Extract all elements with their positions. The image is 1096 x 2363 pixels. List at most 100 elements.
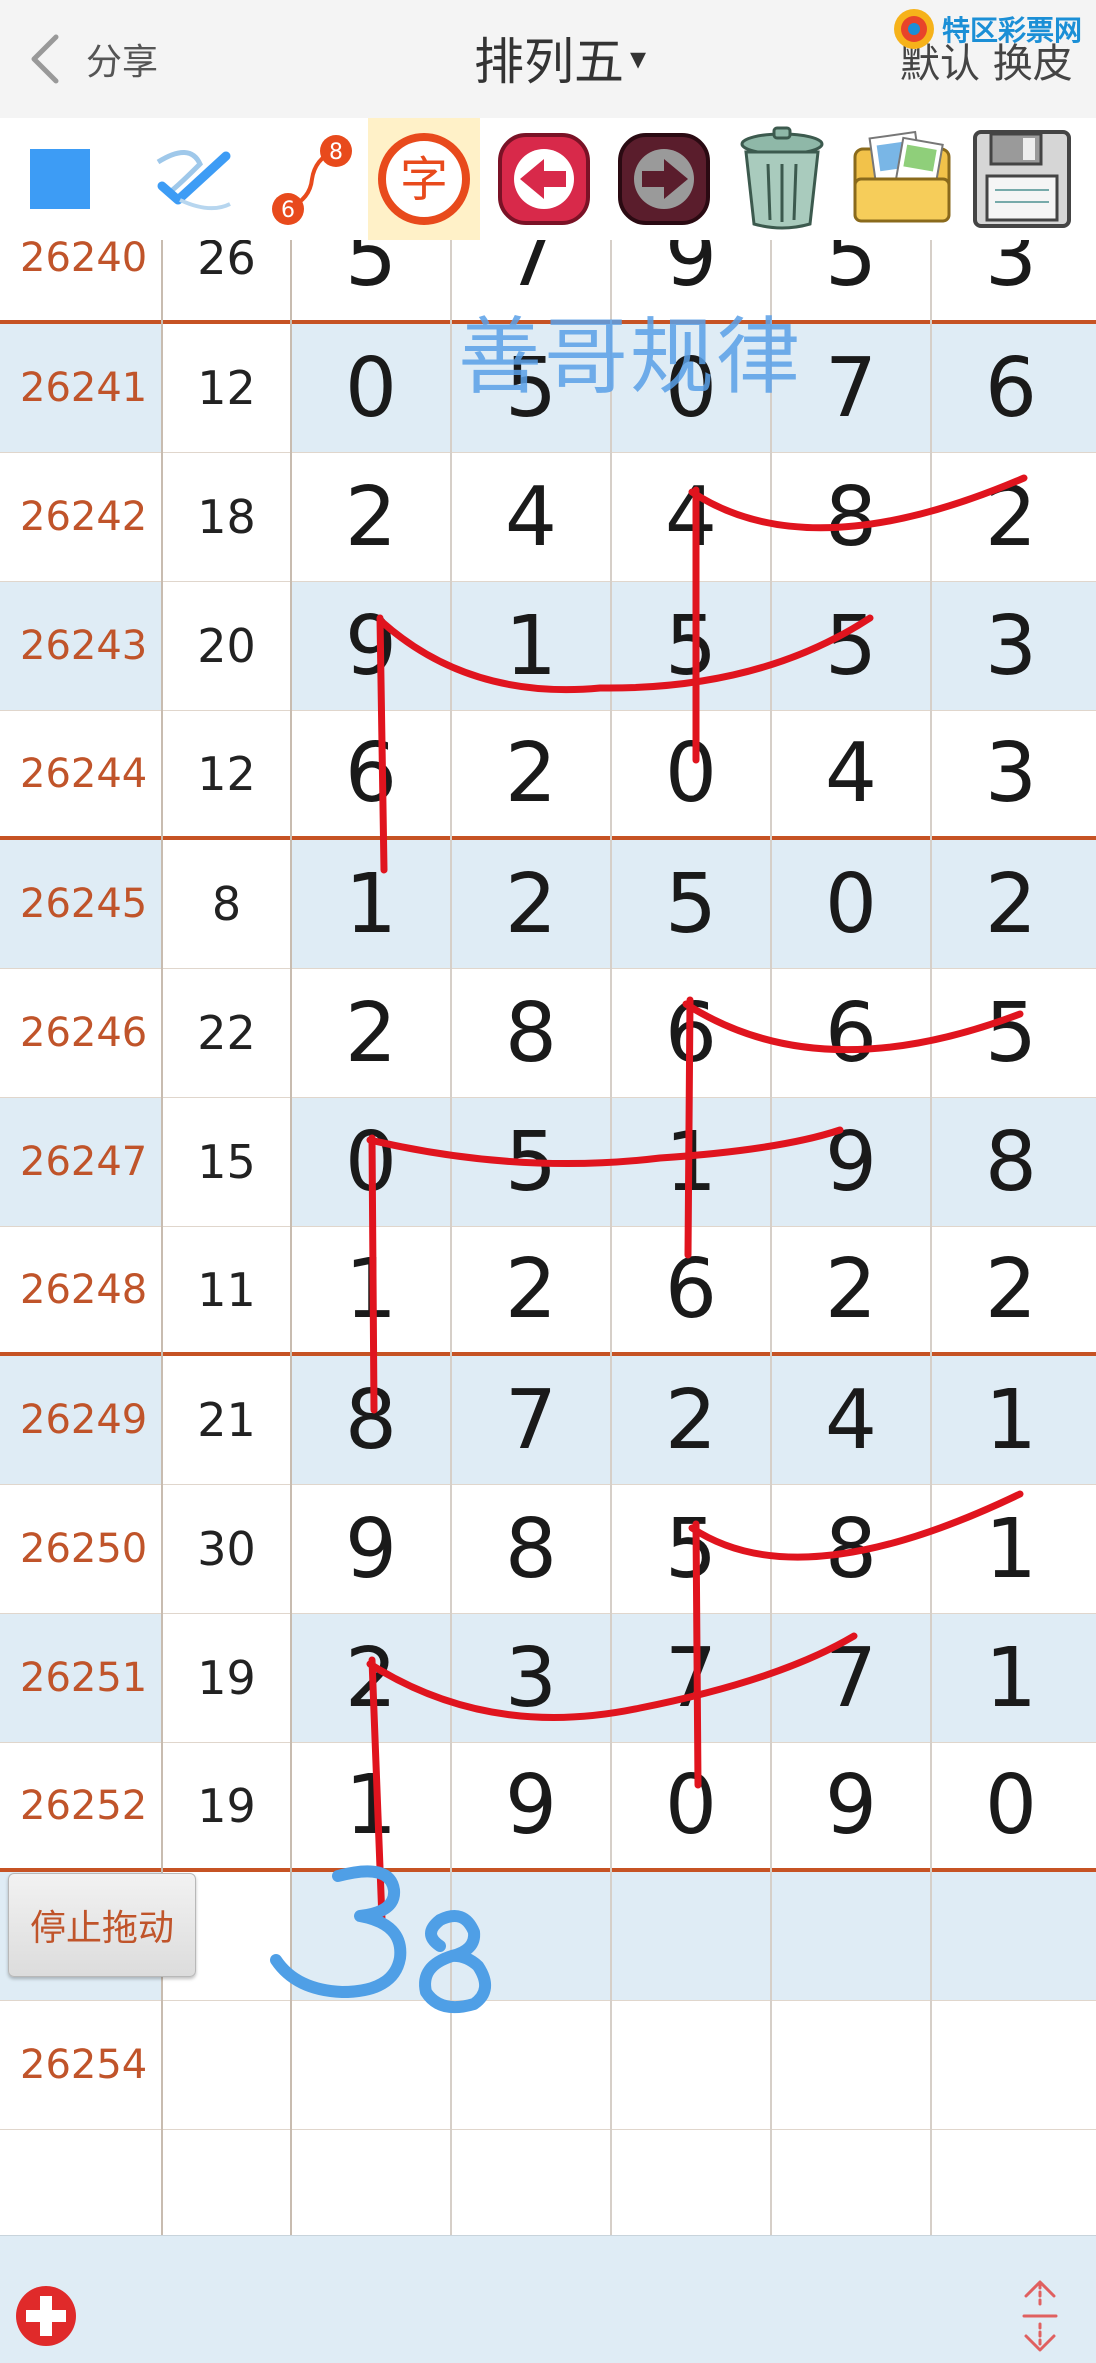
digit-cell-pos2[interactable] — [451, 2001, 611, 2129]
digit-cell-pos1[interactable]: 0 — [291, 1098, 451, 1226]
digit-cell-pos3[interactable]: 5 — [611, 582, 771, 710]
redo-arrow-icon — [618, 133, 710, 225]
digit-cell-pos2[interactable]: 9 — [451, 1743, 611, 1868]
char-stamp-icon: 字 — [378, 133, 470, 225]
digit-cell-pos3[interactable]: 0 — [611, 1743, 771, 1868]
digit-cell-pos5[interactable]: 5 — [931, 969, 1091, 1097]
redo-tool[interactable] — [604, 118, 724, 240]
scroll-updown-icon[interactable] — [1016, 2278, 1064, 2354]
digit-cell-pos5[interactable]: 3 — [931, 711, 1091, 836]
digit-cell-pos3[interactable]: 0 — [611, 711, 771, 836]
digit-cell-pos4[interactable]: 8 — [771, 1485, 931, 1613]
delete-tool[interactable] — [722, 118, 842, 240]
digit-cell-pos4[interactable]: 4 — [771, 711, 931, 836]
digit-cell-pos1[interactable]: 2 — [291, 453, 451, 581]
sum-value-cell: 20 — [162, 582, 291, 710]
issue-number-cell: 26241 — [20, 365, 148, 411]
pen-check-icon — [156, 150, 231, 211]
digit-cell-pos5[interactable]: 3 — [931, 240, 1091, 320]
connect-line-icon: 6 8 — [272, 135, 352, 225]
digit-cell-pos3[interactable] — [611, 1872, 771, 2000]
digit-cell-pos1[interactable] — [291, 1872, 451, 2000]
digit-cell-pos3[interactable]: 2 — [611, 1356, 771, 1484]
digit-cell-pos5[interactable]: 6 — [931, 324, 1091, 452]
digit-cell-pos4[interactable]: 5 — [771, 582, 931, 710]
digit-cell-pos4[interactable]: 9 — [771, 1098, 931, 1226]
text-stamp-tool[interactable]: 字 — [368, 118, 480, 240]
digit-cell-pos1[interactable]: 8 — [291, 1356, 451, 1484]
digit-cell-pos1[interactable]: 6 — [291, 711, 451, 836]
digit-cell-pos3[interactable] — [611, 2001, 771, 2129]
digit-cell-pos4[interactable]: 4 — [771, 1356, 931, 1484]
save-tool[interactable] — [962, 118, 1082, 240]
issue-number-cell: 26254 — [20, 2042, 148, 2088]
digit-cell-pos2[interactable]: 3 — [451, 1614, 611, 1742]
digit-cell-pos3[interactable]: 5 — [611, 1485, 771, 1613]
color-select-tool[interactable] — [0, 118, 120, 240]
handwritten-title: 善哥规律 — [457, 307, 802, 406]
issue-number-cell: 26249 — [20, 1397, 148, 1443]
digit-cell-pos3[interactable]: 1 — [611, 1098, 771, 1226]
digit-cell-pos5[interactable] — [931, 2001, 1091, 2129]
digit-cell-pos2[interactable]: 8 — [451, 969, 611, 1097]
digit-cell-pos5[interactable]: 1 — [931, 1485, 1091, 1613]
digit-cell-pos3[interactable]: 6 — [611, 969, 771, 1097]
undo-tool[interactable] — [484, 118, 604, 240]
digit-cell-pos4[interactable] — [771, 1872, 931, 2000]
digit-cell-pos1[interactable]: 2 — [291, 969, 451, 1097]
issue-number-cell: 26244 — [20, 750, 148, 797]
digit-cell-pos4[interactable]: 6 — [771, 969, 931, 1097]
sum-value-cell: 19 — [162, 1614, 291, 1742]
digit-cell-pos2[interactable]: 2 — [451, 840, 611, 968]
issue-number-cell: 26248 — [20, 1266, 148, 1313]
digit-cell-pos2[interactable]: 1 — [451, 582, 611, 710]
digit-cell-pos4[interactable] — [771, 2001, 931, 2129]
digit-cell-pos3[interactable]: 5 — [611, 840, 771, 968]
digit-cell-pos3[interactable]: 7 — [611, 1614, 771, 1742]
digit-cell-pos1[interactable]: 1 — [291, 1743, 451, 1868]
digit-cell-pos2[interactable]: 4 — [451, 453, 611, 581]
stop-drag-button[interactable]: 停止拖动 — [8, 1873, 196, 1977]
digit-cell-pos1[interactable]: 2 — [291, 1614, 451, 1742]
digit-cell-pos4[interactable]: 8 — [771, 453, 931, 581]
share-back-button[interactable]: 分享 — [22, 20, 192, 98]
digit-cell-pos5[interactable]: 0 — [931, 1743, 1091, 1868]
digit-cell-pos5[interactable]: 1 — [931, 1614, 1091, 1742]
digit-cell-pos5[interactable]: 1 — [931, 1356, 1091, 1484]
digit-cell-pos2[interactable] — [451, 1872, 611, 2000]
sum-value-cell: 30 — [162, 1485, 291, 1613]
digit-cell-pos5[interactable]: 2 — [931, 1227, 1091, 1352]
digit-cell-pos4[interactable]: 9 — [771, 1743, 931, 1868]
digit-cell-pos2[interactable]: 2 — [451, 711, 611, 836]
digit-cell-pos4[interactable]: 7 — [771, 1614, 931, 1742]
digit-cell-pos2[interactable]: 2 — [451, 1227, 611, 1352]
connect-line-tool[interactable]: 6 8 — [250, 118, 370, 240]
digit-cell-pos2[interactable]: 5 — [451, 1098, 611, 1226]
album-tool[interactable] — [842, 118, 962, 240]
digit-cell-pos1[interactable]: 9 — [291, 582, 451, 710]
digit-cell-pos5[interactable] — [931, 1872, 1091, 2000]
digit-cell-pos4[interactable]: 2 — [771, 1227, 931, 1352]
issue-number-cell: 26250 — [20, 1526, 148, 1572]
digit-cell-pos2[interactable]: 8 — [451, 1485, 611, 1613]
digit-cell-pos5[interactable]: 8 — [931, 1098, 1091, 1226]
pen-tool[interactable] — [130, 118, 250, 240]
digit-cell-pos1[interactable]: 1 — [291, 840, 451, 968]
column-divider — [610, 240, 612, 2235]
char-stamp-label: 字 — [400, 152, 448, 208]
issue-number-cell: 26252 — [20, 1782, 148, 1829]
digit-cell-pos1[interactable] — [291, 2001, 451, 2129]
digit-cell-pos3[interactable]: 6 — [611, 1227, 771, 1352]
digit-cell-pos1[interactable]: 1 — [291, 1227, 451, 1352]
floppy-save-icon — [973, 130, 1071, 228]
digit-cell-pos5[interactable]: 3 — [931, 582, 1091, 710]
digit-cell-pos5[interactable]: 2 — [931, 453, 1091, 581]
digit-cell-pos2[interactable]: 7 — [451, 1356, 611, 1484]
digit-cell-pos3[interactable]: 4 — [611, 453, 771, 581]
lottery-type-dropdown[interactable]: 排列五 ▾ — [440, 18, 680, 98]
add-circle-icon[interactable] — [14, 2284, 78, 2348]
sum-value-cell: 8 — [162, 840, 291, 968]
digit-cell-pos5[interactable]: 2 — [931, 840, 1091, 968]
digit-cell-pos4[interactable]: 0 — [771, 840, 931, 968]
digit-cell-pos1[interactable]: 9 — [291, 1485, 451, 1613]
